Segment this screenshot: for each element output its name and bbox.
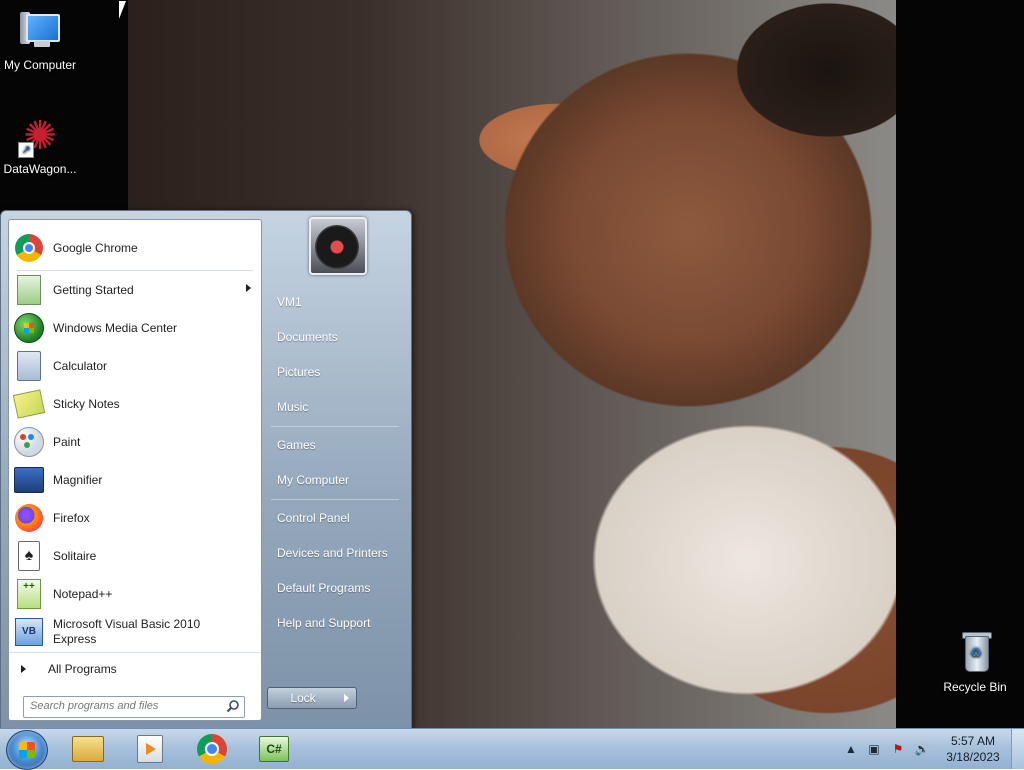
show-hidden-icons-chevron-icon[interactable]: ▲ [843, 741, 859, 757]
start-item-label-line2: Express [53, 632, 97, 646]
start-right-devices-and-printers[interactable]: Devices and Printers [267, 538, 401, 568]
start-item-solitaire[interactable]: ♠ Solitaire [11, 538, 259, 574]
start-right-pictures[interactable]: Pictures [267, 357, 401, 387]
right-pane-separator [271, 426, 399, 427]
pinned-separator [17, 270, 253, 271]
start-right-music[interactable]: Music [267, 392, 401, 422]
desktop-icon-label: My Computer [3, 58, 77, 72]
start-item-label: Sticky Notes [53, 396, 120, 411]
computer-icon [16, 8, 64, 56]
all-programs-button[interactable]: All Programs [17, 658, 253, 680]
taskbar-clock[interactable]: 5:57 AM 3/18/2023 [938, 733, 1008, 765]
right-pane-separator [271, 499, 399, 500]
start-button[interactable] [6, 730, 48, 770]
csharp-icon: C# [259, 736, 289, 762]
magnifier-icon [14, 467, 44, 493]
solitaire-icon: ♠ [18, 541, 40, 571]
desktop-icon-label: Recycle Bin [943, 680, 1007, 694]
taskbar: C# ▲ ▣ ⚑ 🔊 5:57 AM 3/18/2023 [0, 728, 1024, 770]
clock-time: 5:57 AM [950, 734, 996, 748]
start-right-help-and-support[interactable]: Help and Support [267, 608, 401, 638]
desktop-icon-datawagon[interactable]: ✺ ↗ DataWagon... [0, 112, 80, 177]
windows-explorer-icon [72, 736, 104, 762]
start-item-label: Magnifier [53, 472, 103, 487]
paint-icon [14, 427, 44, 457]
taskbar-chrome[interactable] [192, 733, 232, 765]
start-item-label: Calculator [53, 358, 108, 373]
start-item-getting-started[interactable]: Getting Started [11, 272, 259, 308]
start-right-my-computer[interactable]: My Computer [267, 465, 401, 495]
network-icon[interactable]: ▣ [866, 741, 882, 757]
calculator-icon [17, 351, 41, 381]
getting-started-icon [17, 275, 41, 305]
start-item-label: Firefox [53, 510, 90, 525]
start-item-sticky-notes[interactable]: Sticky Notes [11, 386, 259, 422]
windows-media-center-icon [14, 313, 44, 343]
start-item-calculator[interactable]: Calculator [11, 348, 259, 384]
show-desktop-button[interactable] [1011, 729, 1024, 769]
start-right-control-panel[interactable]: Control Panel [267, 503, 401, 533]
start-item-label-line1: Microsoft Visual Basic 2010 [53, 617, 201, 631]
start-right-vm1[interactable]: VM1 [267, 287, 401, 317]
start-menu-programs-pane: Google Chrome Getting Started Windows Me… [8, 219, 262, 721]
start-menu: Google Chrome Getting Started Windows Me… [0, 210, 412, 730]
shortcut-arrow-icon: ↗ [18, 142, 34, 158]
user-account-picture[interactable] [309, 217, 367, 275]
datawagon-icon: ✺ ↗ [16, 112, 64, 160]
start-item-label: Solitaire [53, 548, 97, 563]
start-item-label: Microsoft Visual Basic 2010 Express [53, 617, 200, 647]
sticky-notes-icon [12, 389, 46, 419]
desktop-icon-recycle-bin[interactable]: ♻ Recycle Bin [935, 630, 1015, 695]
windows-logo-icon [19, 742, 35, 758]
chrome-icon [197, 734, 227, 764]
clock-date: 3/18/2023 [946, 750, 1000, 764]
start-item-firefox[interactable]: Firefox [11, 500, 259, 536]
start-item-label: Google Chrome [53, 240, 138, 255]
start-item-google-chrome[interactable]: Google Chrome [11, 230, 259, 266]
chrome-icon [15, 234, 43, 262]
start-item-label: Getting Started [53, 282, 134, 297]
start-right-documents[interactable]: Documents [267, 322, 401, 352]
all-programs-separator [9, 652, 261, 653]
media-player-icon [137, 735, 163, 763]
volume-icon[interactable]: 🔊 [914, 741, 930, 757]
taskbar-media-player[interactable] [130, 733, 170, 765]
search-input[interactable] [24, 697, 220, 715]
start-item-label: Notepad++ [53, 586, 113, 601]
start-item-windows-media-center[interactable]: Windows Media Center [11, 310, 259, 346]
start-search-box[interactable] [23, 696, 245, 718]
desktop-background-edge [896, 0, 1024, 728]
start-item-paint[interactable]: Paint [11, 424, 259, 460]
start-right-default-programs[interactable]: Default Programs [267, 573, 401, 603]
visual-basic-icon: VB [15, 618, 43, 646]
all-programs-label: All Programs [48, 662, 117, 676]
desktop-icon-label: DataWagon... [3, 162, 77, 176]
start-item-visual-basic[interactable]: VB Microsoft Visual Basic 2010 Express [11, 614, 259, 650]
all-programs-arrow-icon [21, 665, 26, 673]
desktop-icon-my-computer[interactable]: My Computer [0, 8, 80, 73]
mouse-cursor-icon [119, 1, 126, 19]
firefox-icon [15, 504, 43, 532]
start-right-games[interactable]: Games [267, 430, 401, 460]
start-item-label: Paint [53, 434, 81, 449]
notepad-plus-plus-icon: ++ [17, 579, 41, 609]
action-center-flag-icon[interactable]: ⚑ [890, 741, 906, 757]
start-item-label: Windows Media Center [53, 320, 178, 335]
taskbar-windows-explorer[interactable] [68, 733, 108, 765]
user-picture-image [315, 225, 359, 269]
shutdown-options-arrow-button[interactable] [338, 687, 357, 709]
submenu-arrow-icon[interactable] [246, 284, 251, 292]
taskbar-csharp[interactable]: C# [254, 733, 294, 765]
recycle-bin-icon: ♻ [951, 630, 999, 678]
start-item-notepad-plus-plus[interactable]: ++ Notepad++ [11, 576, 259, 612]
start-item-magnifier[interactable]: Magnifier [11, 462, 259, 498]
lock-button[interactable]: Lock [267, 687, 339, 709]
search-icon[interactable] [226, 699, 240, 713]
